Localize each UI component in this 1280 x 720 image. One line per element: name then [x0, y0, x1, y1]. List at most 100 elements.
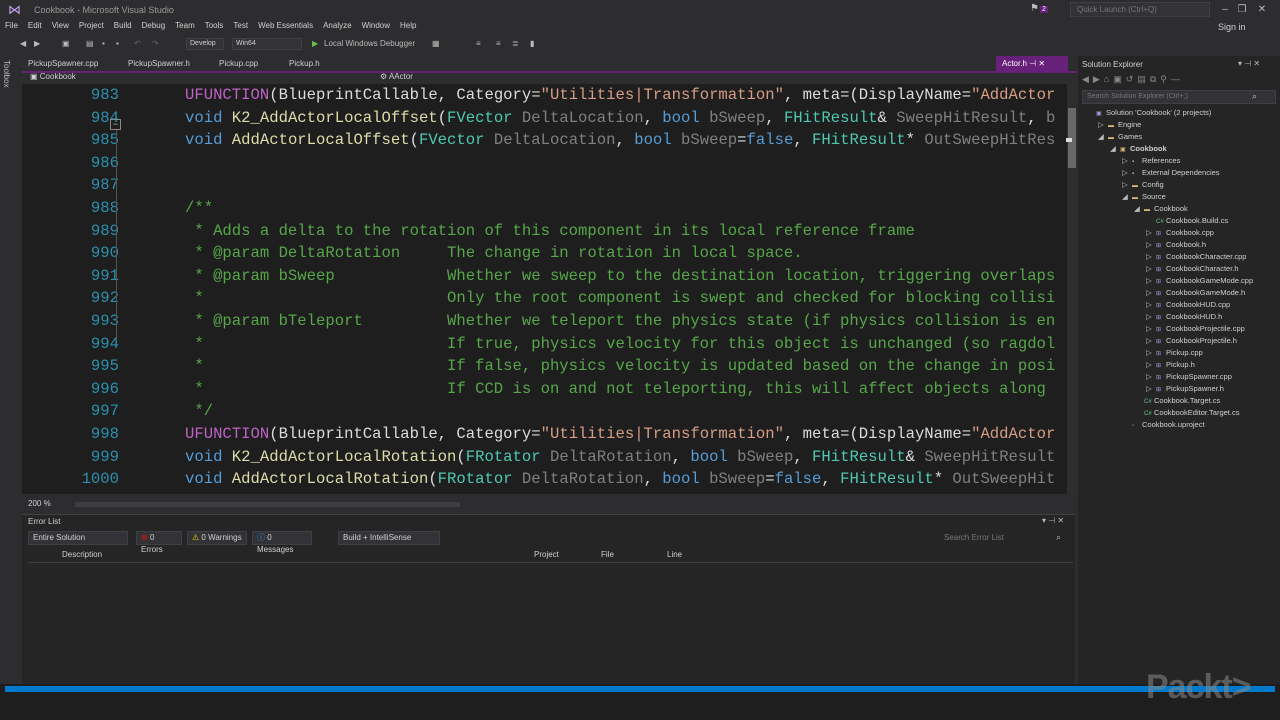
menu-debug[interactable]: Debug: [137, 20, 171, 31]
tree-item-external-dependencies[interactable]: ▷ ▪ External Dependencies: [1122, 167, 1220, 179]
start-debug-icon[interactable]: ▶: [312, 37, 318, 51]
configuration-select[interactable]: Develop: [186, 38, 224, 50]
menu-analyze[interactable]: Analyze: [318, 20, 356, 31]
menu-build[interactable]: Build: [109, 20, 137, 31]
expand-arrow-icon[interactable]: ▷: [1122, 179, 1132, 191]
tree-item-pickup-cpp[interactable]: ▷ ⊞ Pickup.cpp: [1146, 347, 1203, 359]
tab-pickup-cpp[interactable]: Pickup.cpp: [213, 56, 264, 71]
open-file-icon[interactable]: ▤: [86, 37, 94, 51]
tree-item-cookbook-h[interactable]: ▷ ⊞ Cookbook.h: [1146, 239, 1206, 251]
code-line[interactable]: 998 UFUNCTION(BlueprintCallable, Category…: [22, 423, 1067, 445]
tree-item-pickupspawner-cpp[interactable]: ▷ ⊞ PickupSpawner.cpp: [1146, 371, 1232, 383]
expand-arrow-icon[interactable]: ◢: [1098, 131, 1108, 143]
code-line[interactable]: 1000 void AddActorLocalRotation(FRotator …: [22, 468, 1067, 490]
new-project-icon[interactable]: ▣: [62, 37, 70, 51]
expand-arrow-icon[interactable]: ▷: [1146, 227, 1156, 239]
tree-item-source[interactable]: ◢ ▬ Source: [1122, 191, 1166, 203]
tab-pickupspawner-cpp[interactable]: PickupSpawner.cpp: [22, 56, 104, 71]
expand-arrow-icon[interactable]: ◢: [1110, 143, 1120, 155]
menu-window[interactable]: Window: [357, 20, 395, 31]
solution-search-input[interactable]: Search Solution Explorer (Ctrl+;): [1082, 90, 1276, 104]
expand-arrow-icon[interactable]: ▷: [1146, 323, 1156, 335]
tree-item-solution-cookbook-2-projects-[interactable]: ▣ Solution 'Cookbook' (2 projects): [1086, 107, 1211, 119]
comment-icon[interactable]: ≣: [512, 37, 519, 51]
expand-arrow-icon[interactable]: ▷: [1098, 119, 1108, 131]
tree-item-cookbookhud-cpp[interactable]: ▷ ⊞ CookbookHUD.cpp: [1146, 299, 1230, 311]
undo-icon[interactable]: ↶: [134, 37, 141, 51]
column-description[interactable]: Description: [62, 550, 102, 559]
expand-arrow-icon[interactable]: ▷: [1146, 311, 1156, 323]
quick-launch-input[interactable]: Quick Launch (Ctrl+Q): [1070, 2, 1210, 17]
tree-item-pickup-h[interactable]: ▷ ⊞ Pickup.h: [1146, 359, 1195, 371]
editor-horizontal-scroll-thumb[interactable]: [75, 502, 460, 507]
code-line[interactable]: 991 * @param bSweep Whether we sweep to …: [22, 265, 1067, 287]
tree-item-engine[interactable]: ▷ ▬ Engine: [1098, 119, 1141, 131]
solution-explorer-window-controls[interactable]: ▾ ⊣ ✕: [1238, 59, 1260, 68]
tree-item-cookbook-build-cs[interactable]: C# Cookbook.Build.cs: [1146, 215, 1228, 227]
code-line[interactable]: 986: [22, 152, 1067, 174]
tab-pickup-h[interactable]: Pickup.h: [283, 56, 326, 71]
errors-filter-button[interactable]: ⊗ 0 Errors: [136, 531, 182, 554]
tree-item-cookbookhud-h[interactable]: ▷ ⊞ CookbookHUD.h: [1146, 311, 1222, 323]
code-line[interactable]: 995 * If false, physics velocity is upda…: [22, 355, 1067, 377]
code-line[interactable]: 990 * @param DeltaRotation The change in…: [22, 242, 1067, 264]
platform-select[interactable]: Win64: [232, 38, 302, 50]
expand-arrow-icon[interactable]: ▷: [1146, 383, 1156, 395]
tree-item-cookbookeditor-target-cs[interactable]: C# CookbookEditor.Target.cs: [1134, 407, 1239, 419]
back-icon[interactable]: ◀: [20, 37, 26, 51]
error-search-icon[interactable]: ⌕: [1056, 532, 1061, 543]
expand-arrow-icon[interactable]: ▷: [1146, 299, 1156, 311]
solution-explorer-toolbar[interactable]: ◀▶⌂▣↺▤⧉⚲—: [1082, 74, 1184, 85]
code-line[interactable]: 988 /**: [22, 197, 1067, 219]
tab-pickupspawner-h[interactable]: PickupSpawner.h: [122, 56, 196, 71]
tree-item-cookbookcharacter-cpp[interactable]: ▷ ⊞ CookbookCharacter.cpp: [1146, 251, 1246, 263]
pin-icon[interactable]: ⊣: [1029, 59, 1038, 68]
expand-arrow-icon[interactable]: ▷: [1146, 347, 1156, 359]
tree-item-cookbook-target-cs[interactable]: C# Cookbook.Target.cs: [1134, 395, 1220, 407]
column-file[interactable]: File: [601, 550, 614, 559]
toolbox-tab[interactable]: Toolbox: [2, 60, 11, 88]
menu-web-essentials[interactable]: Web Essentials: [253, 20, 318, 31]
menu-tools[interactable]: Tools: [200, 20, 229, 31]
scope-dropdown[interactable]: ⚙ AActor: [380, 72, 413, 81]
menu-project[interactable]: Project: [74, 20, 109, 31]
code-line[interactable]: 993 * @param bTeleport Whether we telepo…: [22, 310, 1067, 332]
code-editor[interactable]: 983 UFUNCTION(BlueprintCallable, Category…: [22, 84, 1067, 494]
zoom-level[interactable]: 200 %: [28, 499, 51, 508]
redo-icon[interactable]: ↷: [152, 37, 159, 51]
indent-icon[interactable]: ≡: [476, 37, 481, 51]
expand-arrow-icon[interactable]: ▷: [1146, 371, 1156, 383]
expand-arrow-icon[interactable]: ▷: [1146, 359, 1156, 371]
code-line[interactable]: 999 void K2_AddActorLocalRotation(FRotato…: [22, 446, 1067, 468]
project-dropdown[interactable]: ▣ Cookbook: [30, 72, 76, 81]
bookmark-icon[interactable]: ▮: [530, 37, 534, 51]
tree-item-cookbookgamemode-h[interactable]: ▷ ⊞ CookbookGameMode.h: [1146, 287, 1245, 299]
code-line[interactable]: 984 void K2_AddActorLocalOffset(FVector D…: [22, 107, 1067, 129]
tab-close-icon[interactable]: ✕: [1038, 59, 1045, 68]
expand-arrow-icon[interactable]: ▷: [1146, 239, 1156, 251]
sign-in-link[interactable]: Sign in: [1218, 22, 1246, 32]
expand-arrow-icon[interactable]: ▷: [1146, 263, 1156, 275]
messages-filter-button[interactable]: ⓘ 0 Messages: [252, 531, 312, 554]
close-window-button[interactable]: ✕: [1252, 2, 1272, 18]
expand-arrow-icon[interactable]: ▷: [1122, 167, 1132, 179]
forward-icon[interactable]: ▶: [34, 37, 40, 51]
warnings-filter-button[interactable]: ⚠ 0 Warnings: [187, 531, 247, 545]
code-line[interactable]: 996 * If CCD is on and not teleporting, …: [22, 378, 1067, 400]
save-all-icon[interactable]: ▪: [116, 37, 119, 51]
expand-arrow-icon[interactable]: ▷: [1146, 251, 1156, 263]
tree-item-config[interactable]: ▷ ▬ Config: [1122, 179, 1164, 191]
build-source-select[interactable]: Build + IntelliSense: [338, 531, 440, 545]
code-line[interactable]: 992 * Only the root component is swept a…: [22, 287, 1067, 309]
menu-help[interactable]: Help: [395, 20, 421, 31]
tree-item-cookbookcharacter-h[interactable]: ▷ ⊞ CookbookCharacter.h: [1146, 263, 1239, 275]
expand-arrow-icon[interactable]: ▷: [1146, 275, 1156, 287]
expand-arrow-icon[interactable]: ▷: [1122, 155, 1132, 167]
code-line[interactable]: 994 * If true, physics velocity for this…: [22, 333, 1067, 355]
error-list-search-input[interactable]: Search Error List: [940, 531, 1070, 545]
code-line[interactable]: 997 */: [22, 400, 1067, 422]
tree-item-cookbookprojectile-h[interactable]: ▷ ⊞ CookbookProjectile.h: [1146, 335, 1237, 347]
start-debugger-button[interactable]: Local Windows Debugger: [324, 37, 415, 51]
expand-arrow-icon[interactable]: ◢: [1122, 191, 1132, 203]
error-list-window-controls[interactable]: ▾ ⊣ ✕: [1042, 516, 1064, 525]
